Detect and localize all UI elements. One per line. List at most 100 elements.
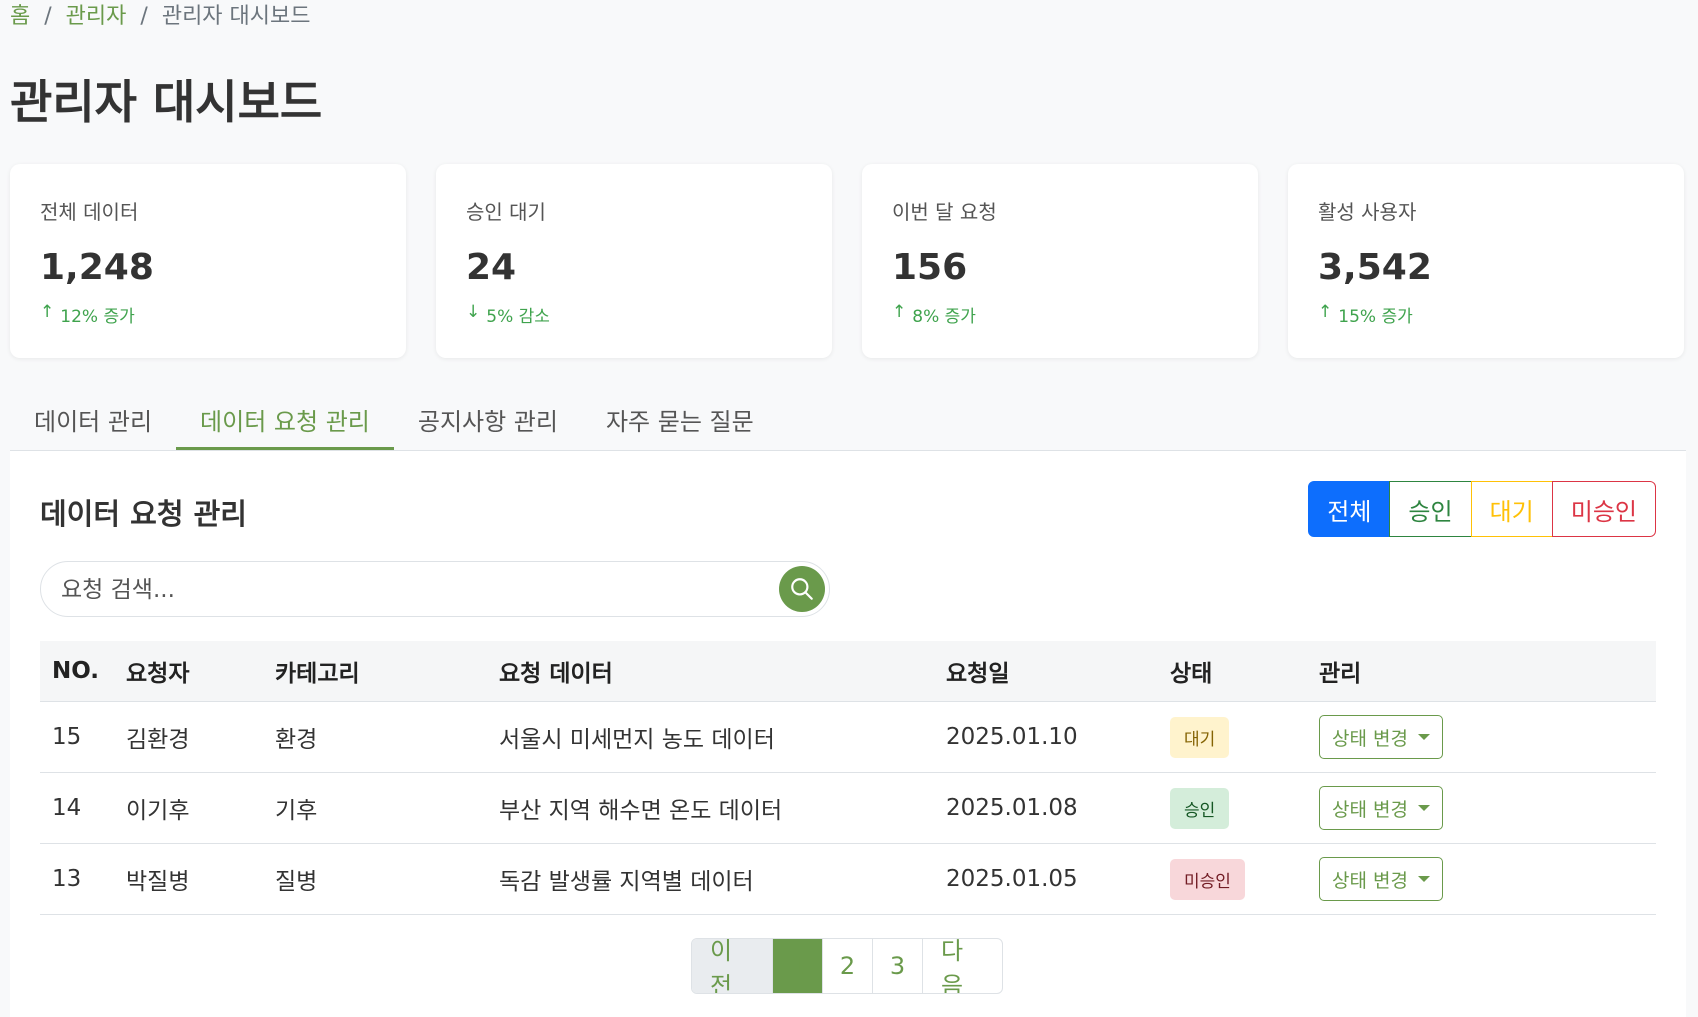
search-box: [40, 561, 830, 617]
caret-down-icon: [1417, 876, 1430, 882]
stat-card-pending-approval: 승인 대기 24 ↓ 5% 감소: [436, 164, 832, 358]
change-status-dropdown[interactable]: 상태 변경: [1319, 786, 1443, 830]
section-title: 데이터 요청 관리: [40, 497, 247, 531]
stat-label: 이번 달 요청: [892, 200, 997, 224]
column-header-data: 요청 데이터: [487, 641, 934, 702]
cell-status: 미승인: [1158, 843, 1307, 915]
stat-change: ↑ 12% 증가: [40, 302, 376, 327]
pagination-page-3[interactable]: 3: [872, 939, 922, 993]
table-row: 15 김환경 환경 서울시 미세먼지 농도 데이터 2025.01.10 대기 …: [40, 701, 1656, 773]
column-header-requester: 요청자: [114, 641, 263, 702]
arrow-up-icon: ↑: [1318, 302, 1333, 322]
cell-status: 대기: [1158, 701, 1307, 773]
stat-value: 1,248: [40, 247, 154, 288]
request-management-panel: 데이터 요청 관리 전체 승인 대기 미승인 NO. 요청자 카테고리: [10, 451, 1686, 1017]
request-table: NO. 요청자 카테고리 요청 데이터 요청일 상태 관리 15 김환경 환경 …: [40, 641, 1656, 915]
breadcrumb-separator: /: [140, 4, 148, 29]
breadcrumb-home-link[interactable]: 홈: [10, 0, 30, 34]
cell-date: 2025.01.05: [934, 843, 1158, 915]
arrow-up-icon: ↑: [40, 302, 55, 322]
status-badge: 대기: [1170, 716, 1230, 758]
filter-approved-button[interactable]: 승인: [1389, 481, 1472, 537]
pagination-page-current[interactable]: 1: [772, 939, 822, 993]
stat-change: ↑ 8% 증가: [892, 302, 1228, 327]
cell-date: 2025.01.08: [934, 772, 1158, 844]
cell-requester: 박질병: [114, 843, 263, 915]
search-button[interactable]: [779, 566, 825, 612]
cell-data: 부산 지역 해수면 온도 데이터: [487, 772, 934, 844]
status-badge: 승인: [1170, 787, 1230, 829]
stat-change: ↑ 15% 증가: [1318, 302, 1654, 327]
cell-no: 15: [40, 701, 114, 773]
stat-card-total-data: 전체 데이터 1,248 ↑ 12% 증가: [10, 164, 406, 358]
cell-requester: 김환경: [114, 701, 263, 773]
pagination: 이전 1 2 3 다음: [691, 938, 1003, 994]
cell-data: 서울시 미세먼지 농도 데이터: [487, 701, 934, 773]
stat-card-monthly-requests: 이번 달 요청 156 ↑ 8% 증가: [862, 164, 1258, 358]
filter-rejected-button[interactable]: 미승인: [1551, 481, 1656, 537]
stat-label: 승인 대기: [466, 200, 546, 224]
cell-manage: 상태 변경: [1307, 772, 1656, 844]
change-status-label: 상태 변경: [1332, 727, 1408, 750]
cell-no: 13: [40, 843, 114, 915]
arrow-down-icon: ↓: [466, 302, 481, 322]
cell-manage: 상태 변경: [1307, 701, 1656, 773]
breadcrumb-current: 관리자 대시보드: [161, 4, 311, 29]
caret-down-icon: [1417, 734, 1430, 740]
cell-data: 독감 발생률 지역별 데이터: [487, 843, 934, 915]
admin-dashboard-page: 홈 / 관리자 / 관리자 대시보드 관리자 대시보드 전체 데이터 1,248…: [0, 0, 1698, 1017]
cell-category: 기후: [263, 772, 487, 844]
stat-label: 전체 데이터: [40, 200, 139, 224]
pagination-next-button[interactable]: 다음: [922, 939, 1002, 993]
cell-requester: 이기후: [114, 772, 263, 844]
caret-down-icon: [1417, 805, 1430, 811]
breadcrumb-admin-link[interactable]: 관리자: [66, 0, 127, 34]
stat-label: 활성 사용자: [1318, 200, 1417, 224]
cell-manage: 상태 변경: [1307, 843, 1656, 915]
page-title: 관리자 대시보드: [10, 75, 323, 129]
cell-status: 승인: [1158, 772, 1307, 844]
stat-card-active-users: 활성 사용자 3,542 ↑ 15% 증가: [1288, 164, 1684, 358]
tab-bar: 데이터 관리 데이터 요청 관리 공지사항 관리 자주 묻는 질문: [10, 390, 1686, 451]
change-status-label: 상태 변경: [1332, 869, 1408, 892]
status-filter-group: 전체 승인 대기 미승인: [1308, 481, 1656, 537]
column-header-no: NO.: [40, 641, 114, 702]
filter-pending-button[interactable]: 대기: [1470, 481, 1553, 537]
stats-row: 전체 데이터 1,248 ↑ 12% 증가 승인 대기 24 ↓ 5% 감소 이…: [10, 164, 1684, 358]
tab-notice-management[interactable]: 공지사항 관리: [394, 390, 582, 450]
tab-faq[interactable]: 자주 묻는 질문: [582, 390, 778, 450]
column-header-manage: 관리: [1307, 641, 1656, 702]
table-header-row: NO. 요청자 카테고리 요청 데이터 요청일 상태 관리: [40, 641, 1656, 702]
table-row: 13 박질병 질병 독감 발생률 지역별 데이터 2025.01.05 미승인 …: [40, 843, 1656, 915]
stat-change-text: 8% 증가: [912, 307, 976, 327]
breadcrumb-separator: /: [44, 4, 52, 29]
pagination-page-2[interactable]: 2: [822, 939, 872, 993]
tab-data-request-management[interactable]: 데이터 요청 관리: [176, 390, 394, 450]
change-status-dropdown[interactable]: 상태 변경: [1319, 715, 1443, 759]
change-status-dropdown[interactable]: 상태 변경: [1319, 857, 1443, 901]
filter-all-button[interactable]: 전체: [1308, 481, 1391, 537]
stat-change: ↓ 5% 감소: [466, 302, 802, 327]
stat-change-text: 5% 감소: [486, 307, 550, 327]
cell-no: 14: [40, 772, 114, 844]
cell-category: 환경: [263, 701, 487, 773]
column-header-category: 카테고리: [263, 641, 487, 702]
stat-change-text: 12% 증가: [60, 307, 135, 327]
table-row: 14 이기후 기후 부산 지역 해수면 온도 데이터 2025.01.08 승인…: [40, 772, 1656, 844]
stat-change-text: 15% 증가: [1338, 307, 1413, 327]
breadcrumb: 홈 / 관리자 / 관리자 대시보드: [10, 0, 311, 34]
stat-value: 24: [466, 247, 517, 288]
status-badge: 미승인: [1170, 858, 1245, 900]
pagination-prev-button[interactable]: 이전: [692, 939, 772, 993]
arrow-up-icon: ↑: [892, 302, 907, 322]
cell-date: 2025.01.10: [934, 701, 1158, 773]
tab-data-management[interactable]: 데이터 관리: [10, 390, 176, 450]
change-status-label: 상태 변경: [1332, 798, 1408, 821]
cell-category: 질병: [263, 843, 487, 915]
column-header-date: 요청일: [934, 641, 1158, 702]
search-icon: [791, 578, 813, 600]
stat-value: 3,542: [1318, 247, 1432, 288]
stat-value: 156: [892, 247, 968, 288]
search-input[interactable]: [59, 572, 743, 608]
column-header-status: 상태: [1158, 641, 1307, 702]
